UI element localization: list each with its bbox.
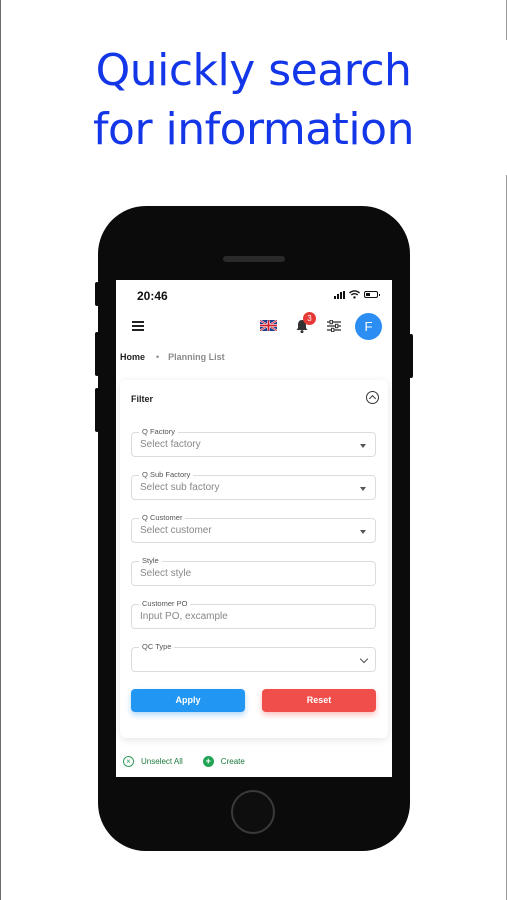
- sub-factory-field-label: Q Sub Factory: [139, 470, 194, 479]
- apply-button[interactable]: Apply: [131, 689, 245, 712]
- app-bar: 3 F: [116, 310, 392, 344]
- customer-po-field[interactable]: Customer PO Input PO, excample: [131, 599, 376, 629]
- phone-screen: 20:46 3 F Home • Planning List Filter Q …: [116, 280, 392, 777]
- factory-field[interactable]: Q Factory Select factory: [131, 427, 376, 457]
- sub-factory-field[interactable]: Q Sub Factory Select sub factory: [131, 470, 376, 500]
- sub-factory-placeholder: Select sub factory: [140, 482, 220, 493]
- breadcrumb-home[interactable]: Home: [120, 352, 145, 362]
- mute-switch: [95, 282, 99, 306]
- sliders-icon[interactable]: [327, 320, 341, 332]
- breadcrumb: Home • Planning List: [120, 352, 225, 362]
- breadcrumb-current: Planning List: [168, 352, 225, 362]
- dropdown-caret-icon: [360, 487, 366, 491]
- bottom-action-bar: × Unselect All + Create: [116, 750, 392, 772]
- headline-line-2: for information: [93, 104, 414, 155]
- cellular-signal-icon: [334, 290, 345, 299]
- breadcrumb-separator: •: [156, 352, 160, 362]
- headline-line-1: Quickly search: [95, 45, 412, 96]
- customer-field-label: Q Customer: [139, 513, 186, 522]
- style-placeholder: Select style: [140, 568, 192, 579]
- create-label: Create: [220, 756, 245, 766]
- create-button[interactable]: + Create: [202, 755, 245, 767]
- volume-down-button: [95, 388, 99, 432]
- search-icon: Q: [142, 470, 148, 479]
- dropdown-caret-icon: [360, 530, 366, 534]
- status-time: 20:46: [137, 289, 168, 303]
- filter-card: Filter Q Factory Select factory Q Sub Fa…: [120, 380, 388, 738]
- chevron-down-icon: [359, 654, 369, 664]
- earpiece-speaker: [223, 256, 285, 262]
- power-button: [409, 334, 413, 378]
- customer-po-field-label: Customer PO: [139, 599, 191, 608]
- menu-icon[interactable]: [132, 321, 144, 331]
- uk-flag-icon[interactable]: [260, 320, 277, 331]
- notification-badge: 3: [303, 312, 316, 325]
- avatar[interactable]: F: [355, 313, 382, 340]
- qc-type-field-label: QC Type: [139, 642, 175, 651]
- add-circle-icon: +: [202, 755, 214, 767]
- customer-field[interactable]: Q Customer Select customer: [131, 513, 376, 543]
- status-icons: [334, 290, 380, 299]
- battery-icon: [364, 291, 380, 298]
- customer-po-placeholder: Input PO, excample: [140, 611, 228, 622]
- home-button[interactable]: [231, 790, 275, 834]
- factory-placeholder: Select factory: [140, 439, 201, 450]
- qc-type-select[interactable]: QC Type: [131, 642, 376, 672]
- wifi-icon: [349, 290, 360, 299]
- factory-field-label: Q Factory: [139, 427, 178, 436]
- style-field-label: Style: [139, 556, 162, 565]
- search-icon: Q: [142, 513, 148, 522]
- filter-title: Filter: [131, 394, 154, 404]
- collapse-chevron-up-icon[interactable]: [366, 391, 379, 404]
- volume-up-button: [95, 332, 99, 376]
- search-icon: Q: [142, 427, 148, 436]
- unselect-all-label: Unselect All: [141, 756, 183, 766]
- style-field[interactable]: Style Select style: [131, 556, 376, 586]
- close-circle-icon: ×: [123, 755, 134, 767]
- reset-button[interactable]: Reset: [262, 689, 376, 712]
- unselect-all-button[interactable]: × Unselect All: [123, 755, 183, 767]
- dropdown-caret-icon: [360, 444, 366, 448]
- customer-placeholder: Select customer: [140, 525, 212, 536]
